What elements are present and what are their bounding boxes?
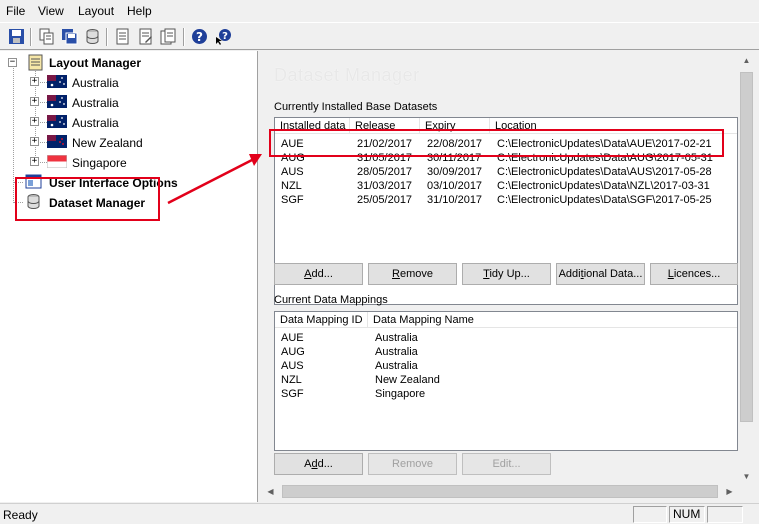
- horizontal-scrollbar[interactable]: ◀ ▶: [262, 483, 738, 500]
- scroll-thumb[interactable]: [282, 485, 718, 498]
- save-all-icon[interactable]: [61, 28, 78, 45]
- status-panel: [707, 506, 743, 523]
- menu-file[interactable]: File: [6, 4, 25, 18]
- australia-flag-icon: [47, 115, 67, 128]
- tree-item-australia-3[interactable]: Australia: [72, 116, 119, 130]
- scroll-thumb[interactable]: [740, 72, 753, 422]
- tree-expand-toggle[interactable]: +: [30, 157, 39, 166]
- table-cell: 03/10/2017: [427, 180, 483, 192]
- menu-bar: File View Layout Help: [0, 0, 759, 21]
- australia-flag-icon: [47, 75, 67, 88]
- list-header: Data Mapping ID Data Mapping Name: [275, 312, 737, 328]
- menu-help[interactable]: Help: [127, 4, 152, 18]
- layout-manager-icon: [27, 54, 44, 71]
- edit-mapping-button[interactable]: Edit...: [462, 453, 551, 475]
- table-cell: AUG: [281, 346, 305, 358]
- remove-dataset-button[interactable]: Remove: [368, 263, 457, 285]
- database-icon[interactable]: [84, 28, 101, 45]
- additional-data-button[interactable]: Additional Data...: [556, 263, 645, 285]
- scroll-up-icon[interactable]: ▲: [738, 52, 755, 69]
- table-cell: 31/10/2017: [427, 194, 483, 206]
- column-header-mapping-id[interactable]: Data Mapping ID: [275, 312, 368, 328]
- table-cell: Australia: [375, 360, 418, 372]
- table-cell: NZL: [281, 180, 302, 192]
- scroll-down-icon[interactable]: ▼: [738, 468, 755, 485]
- add-dataset-button[interactable]: Add...: [274, 263, 363, 285]
- page-title: Dataset Manager: [274, 65, 420, 85]
- report-edit-icon[interactable]: [137, 28, 154, 45]
- context-help-icon[interactable]: ?: [215, 28, 232, 45]
- table-cell: Australia: [375, 346, 418, 358]
- status-bar: Ready NUM: [0, 503, 759, 524]
- toolbar: ? ?: [0, 22, 759, 50]
- table-cell: NZL: [281, 374, 302, 386]
- dataset-manager-panel: Dataset Manager Currently Installed Base…: [262, 51, 759, 502]
- table-cell: New Zealand: [375, 374, 440, 386]
- menu-layout[interactable]: Layout: [78, 4, 114, 18]
- help-icon[interactable]: ?: [191, 28, 208, 45]
- copy-icon[interactable]: [38, 28, 55, 45]
- table-row[interactable]: AUS Australia: [275, 359, 737, 373]
- table-cell: AUS: [281, 360, 304, 372]
- table-cell: AUS: [281, 166, 304, 178]
- table-cell: 30/09/2017: [427, 166, 483, 178]
- tree-expand-toggle[interactable]: +: [30, 97, 39, 106]
- table-cell: 28/05/2017: [357, 166, 413, 178]
- table-row[interactable]: AUE Australia: [275, 331, 737, 345]
- tree-expand-toggle[interactable]: +: [30, 77, 39, 86]
- status-panel: [633, 506, 667, 523]
- table-cell: C:\ElectronicUpdates\Data\AUS\2017-05-28: [497, 166, 712, 178]
- svg-text:?: ?: [222, 31, 228, 42]
- save-icon[interactable]: [8, 28, 25, 45]
- tree-item-layout-manager[interactable]: Layout Manager: [49, 56, 141, 70]
- highlight-box-aue-row: [269, 129, 724, 157]
- table-cell: Australia: [375, 332, 418, 344]
- tidy-up-button[interactable]: Tidy Up...: [462, 263, 551, 285]
- installed-datasets-label: Currently Installed Base Datasets: [274, 101, 438, 113]
- table-cell: Singapore: [375, 388, 426, 400]
- status-text: Ready: [3, 508, 38, 522]
- menu-view[interactable]: View: [38, 4, 64, 18]
- report-icon[interactable]: [114, 28, 131, 45]
- licences-button[interactable]: Licences...: [650, 263, 738, 285]
- report-list-icon[interactable]: [160, 28, 177, 45]
- column-header-mapping-name[interactable]: Data Mapping Name: [368, 312, 737, 328]
- layout-tree: − Layout Manager + Australia + Australia…: [0, 51, 258, 502]
- table-cell: AUE: [281, 332, 304, 344]
- table-row[interactable]: NZL New Zealand: [275, 373, 737, 387]
- highlight-box-dataset-manager: [15, 177, 160, 221]
- scroll-left-icon[interactable]: ◀: [262, 483, 279, 500]
- tree-item-australia-2[interactable]: Australia: [72, 96, 119, 110]
- singapore-flag-icon: [46, 154, 68, 169]
- table-row[interactable]: SGF 25/05/2017 31/10/2017 C:\ElectronicUpda…: [275, 193, 737, 207]
- data-mappings-label: Current Data Mappings: [274, 294, 388, 306]
- tree-item-australia-1[interactable]: Australia: [72, 76, 119, 90]
- tree-item-new-zealand[interactable]: New Zealand: [72, 136, 143, 150]
- table-row[interactable]: AUS 28/05/2017 30/09/2017 C:\ElectronicUpda…: [275, 165, 737, 179]
- tree-expand-toggle[interactable]: +: [30, 137, 39, 146]
- table-cell: 31/03/2017: [357, 180, 413, 192]
- tree-collapse-toggle[interactable]: −: [8, 58, 17, 67]
- table-cell: 25/05/2017: [357, 194, 413, 206]
- svg-text:?: ?: [196, 30, 203, 44]
- table-cell: SGF: [281, 388, 304, 400]
- tree-item-singapore[interactable]: Singapore: [72, 156, 127, 170]
- scroll-right-icon[interactable]: ▶: [721, 483, 738, 500]
- vertical-scrollbar[interactable]: ▲ ▼: [738, 52, 755, 502]
- data-mappings-list[interactable]: Data Mapping ID Data Mapping Name AUE Aus…: [274, 311, 738, 451]
- add-mapping-button[interactable]: Add...: [274, 453, 363, 475]
- table-cell: C:\ElectronicUpdates\Data\SGF\2017-05-25: [497, 194, 712, 206]
- table-cell: SGF: [281, 194, 304, 206]
- table-row[interactable]: AUG Australia: [275, 345, 737, 359]
- num-lock-indicator: NUM: [669, 506, 705, 523]
- australia-flag-icon: [47, 95, 67, 108]
- table-row[interactable]: SGF Singapore: [275, 387, 737, 401]
- remove-mapping-button[interactable]: Remove: [368, 453, 457, 475]
- table-cell: C:\ElectronicUpdates\Data\NZL\2017-03-31: [497, 180, 710, 192]
- table-row[interactable]: NZL 31/03/2017 03/10/2017 C:\ElectronicUpda…: [275, 179, 737, 193]
- new-zealand-flag-icon: [47, 135, 67, 148]
- tree-expand-toggle[interactable]: +: [30, 117, 39, 126]
